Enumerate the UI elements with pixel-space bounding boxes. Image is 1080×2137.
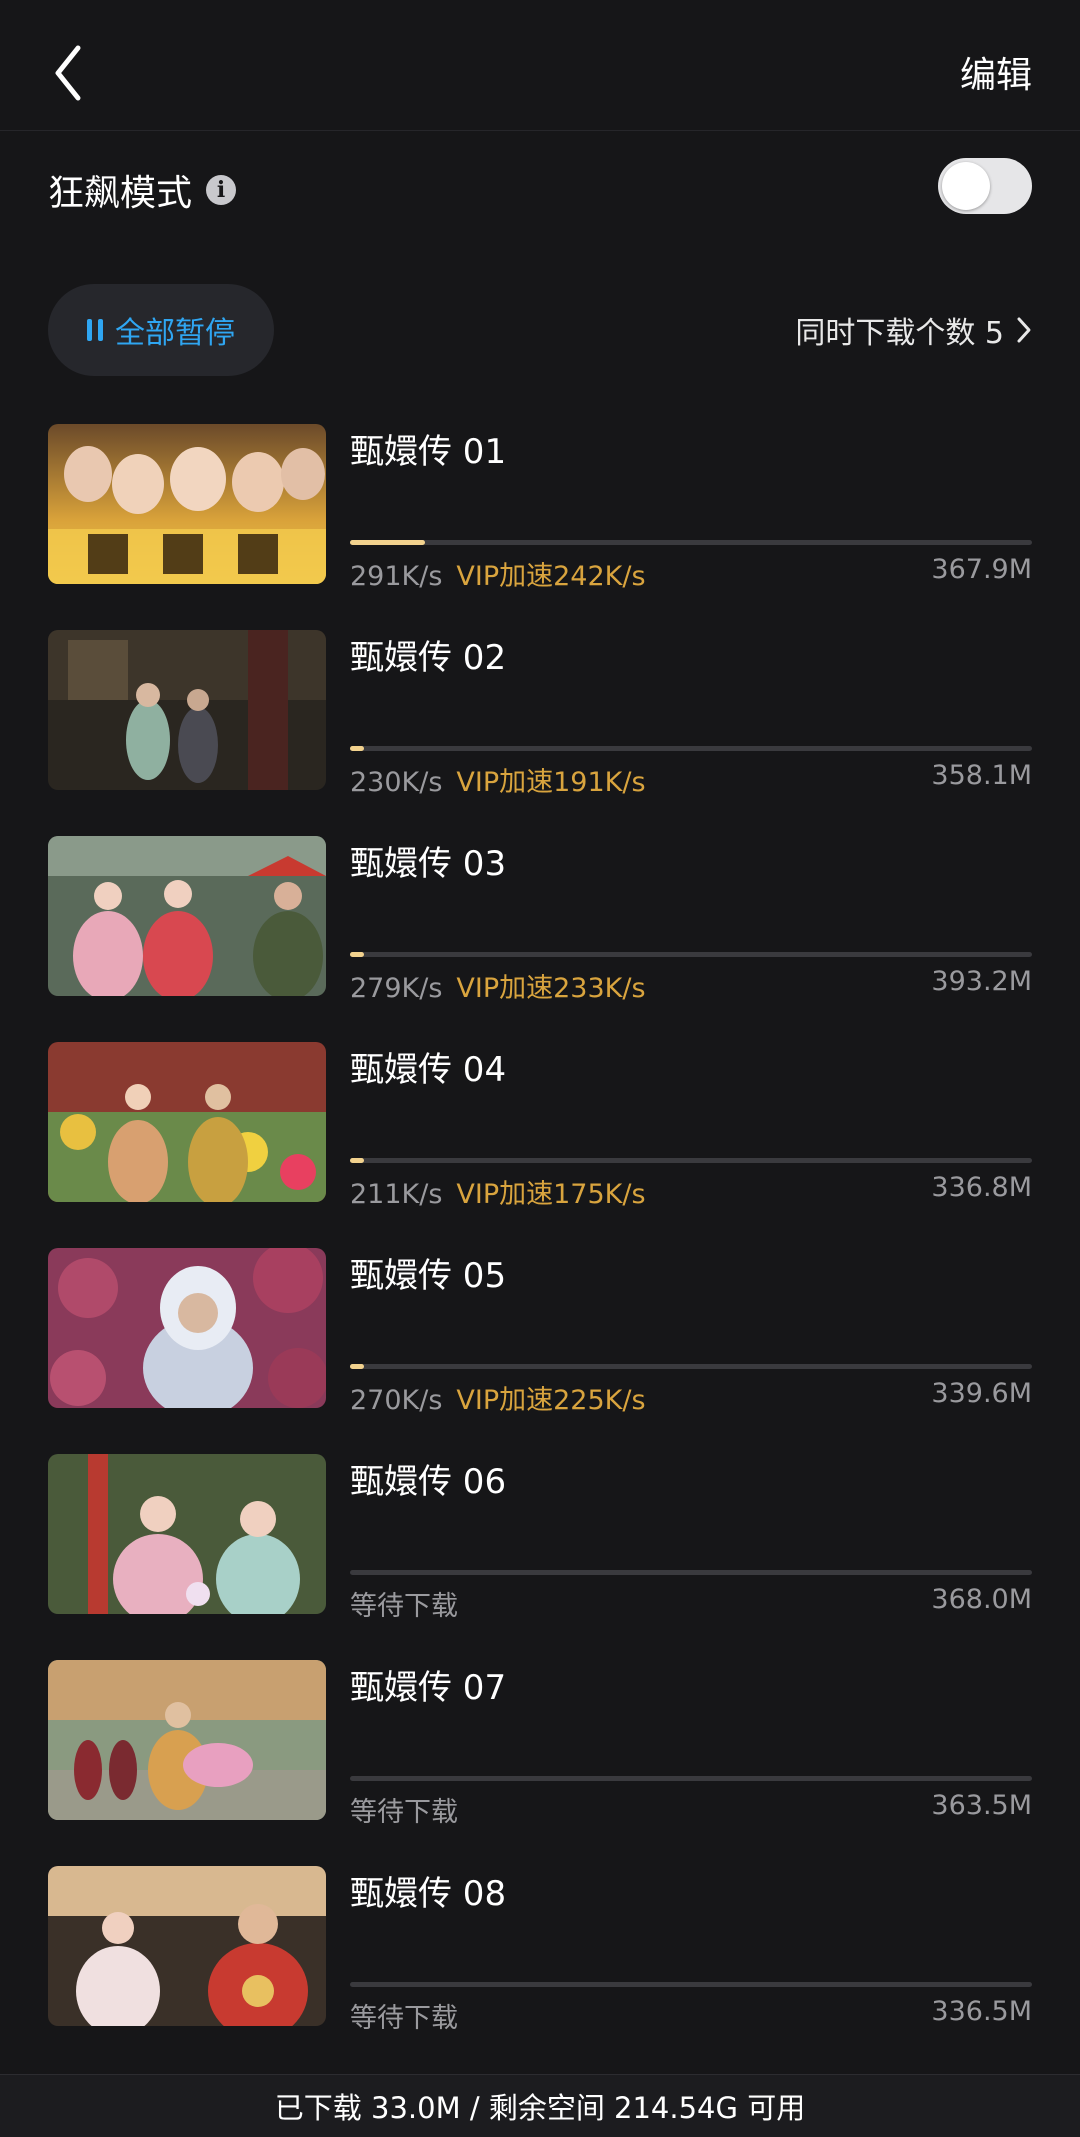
vip-boost-speed: VIP加速225K/s (456, 1385, 646, 1416)
video-thumbnail (48, 1866, 326, 2026)
download-item[interactable]: 甄嬛传 07 等待下载 363.5M (48, 1660, 1032, 1828)
vip-boost-speed: VIP加速175K/s (456, 1179, 646, 1210)
concurrent-downloads-label: 同时下载个数 5 (795, 316, 1004, 351)
episode-title: 甄嬛传 06 (350, 1462, 507, 1502)
storage-footer: 已下载 33.0M / 剩余空间 214.54G 可用 (0, 2074, 1080, 2137)
progress-bar (350, 1776, 1032, 1781)
video-thumbnail (48, 1248, 326, 1408)
file-size: 393.2M (931, 966, 1032, 997)
download-item[interactable]: 甄嬛传 06 等待下载 368.0M (48, 1454, 1032, 1622)
progress-fill (350, 952, 364, 957)
vip-boost-speed: VIP加速191K/s (456, 767, 646, 798)
video-thumbnail (48, 630, 326, 790)
episode-title: 甄嬛传 05 (350, 1256, 507, 1296)
file-size: 336.8M (931, 1172, 1032, 1203)
video-thumbnail (48, 836, 326, 996)
download-speed: 211K/s (350, 1179, 443, 1210)
progress-bar (350, 1364, 1032, 1369)
pause-all-label: 全部暂停 (115, 316, 235, 351)
turbo-mode-toggle[interactable] (938, 158, 1032, 214)
pause-icon (87, 319, 103, 341)
download-item[interactable]: 甄嬛传 05 270K/s VIP加速225K/s 339.6M (48, 1248, 1032, 1416)
episode-title: 甄嬛传 01 (350, 432, 507, 472)
video-thumbnail (48, 1454, 326, 1614)
toggle-knob (942, 162, 990, 210)
download-speed: 等待下载 (350, 1591, 458, 1622)
progress-fill (350, 540, 426, 545)
progress-bar (350, 952, 1032, 957)
download-item[interactable]: 甄嬛传 08 等待下载 336.5M (48, 1866, 1032, 2034)
progress-bar (350, 1158, 1032, 1163)
download-speed: 279K/s (350, 973, 443, 1004)
info-icon[interactable]: i (206, 175, 237, 205)
video-thumbnail (48, 1042, 326, 1202)
download-status: 270K/s VIP加速225K/s (350, 1378, 646, 1417)
file-size: 367.9M (931, 554, 1032, 585)
turbo-mode-row: 狂飙模式 i (48, 160, 237, 220)
progress-fill (350, 1158, 364, 1163)
episode-title: 甄嬛传 03 (350, 844, 507, 884)
progress-bar (350, 540, 1032, 545)
download-status: 211K/s VIP加速175K/s (350, 1172, 646, 1211)
progress-fill (350, 746, 364, 751)
top-nav-bar: 编辑 (0, 0, 1080, 131)
download-status: 等待下载 (350, 1584, 472, 1623)
file-size: 339.6M (931, 1378, 1032, 1409)
episode-title: 甄嬛传 02 (350, 638, 507, 678)
download-speed: 等待下载 (350, 1797, 458, 1828)
file-size: 336.5M (931, 1996, 1032, 2027)
progress-bar (350, 1570, 1032, 1575)
download-item[interactable]: 甄嬛传 04 211K/s VIP加速175K/s 336.8M (48, 1042, 1032, 1210)
storage-info: 已下载 33.0M / 剩余空间 214.54G 可用 (274, 2091, 806, 2125)
vip-boost-speed: VIP加速242K/s (456, 561, 646, 592)
episode-title: 甄嬛传 08 (350, 1874, 507, 1914)
download-status: 291K/s VIP加速242K/s (350, 554, 646, 593)
download-speed: 270K/s (350, 1385, 443, 1416)
progress-bar (350, 746, 1032, 751)
download-item[interactable]: 甄嬛传 03 279K/s VIP加速233K/s 393.2M (48, 836, 1032, 1004)
video-thumbnail (48, 1660, 326, 1820)
vip-boost-speed: VIP加速233K/s (456, 973, 646, 1004)
download-speed: 等待下载 (350, 2003, 458, 2034)
chevron-right-icon (1017, 317, 1031, 343)
download-status: 230K/s VIP加速191K/s (350, 760, 646, 799)
video-thumbnail (48, 424, 326, 584)
concurrent-downloads-setting[interactable]: 同时下载个数 5 (795, 308, 1032, 352)
file-size: 363.5M (931, 1790, 1032, 1821)
file-size: 358.1M (931, 760, 1032, 791)
episode-title: 甄嬛传 07 (350, 1668, 507, 1708)
download-speed: 230K/s (350, 767, 443, 798)
download-item[interactable]: 甄嬛传 01 291K/s VIP加速242K/s 367.9M (48, 424, 1032, 592)
edit-button[interactable]: 编辑 (960, 46, 1032, 98)
download-status: 等待下载 (350, 1790, 472, 1829)
file-size: 368.0M (931, 1584, 1032, 1615)
chevron-left-icon (55, 45, 81, 101)
turbo-mode-label: 狂飙模式 (48, 173, 193, 214)
download-speed: 291K/s (350, 561, 443, 592)
progress-fill (350, 1364, 364, 1369)
pause-all-button[interactable]: 全部暂停 (48, 284, 274, 376)
download-status: 等待下载 (350, 1996, 472, 2035)
download-status: 279K/s VIP加速233K/s (350, 966, 646, 1005)
episode-title: 甄嬛传 04 (350, 1050, 507, 1090)
download-item[interactable]: 甄嬛传 02 230K/s VIP加速191K/s 358.1M (48, 630, 1032, 798)
progress-bar (350, 1982, 1032, 1987)
back-button[interactable] (48, 38, 108, 108)
